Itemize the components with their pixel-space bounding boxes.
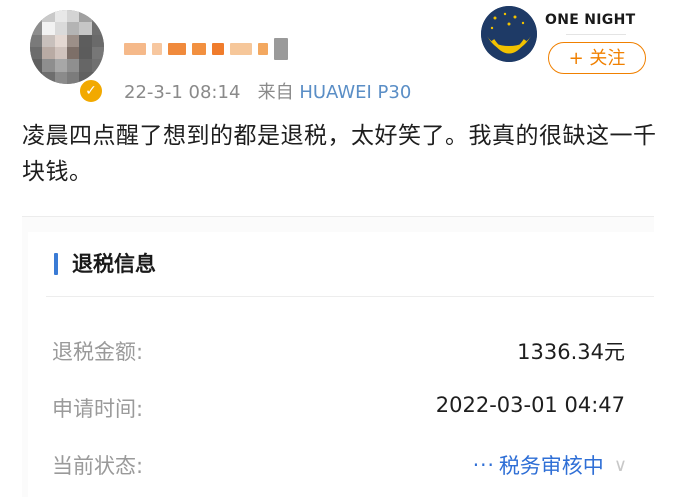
- divider: [46, 296, 654, 297]
- post-meta: 22-3-1 08:14 来自 HUAWEI P30: [124, 78, 411, 104]
- status-value: 税务审核中: [498, 454, 604, 478]
- refund-amount-label: 退税金额:: [52, 340, 144, 364]
- card-title: 退税信息: [72, 252, 156, 276]
- blurred-avatar-image: [30, 10, 104, 84]
- divider: [566, 34, 626, 35]
- progress-dots-icon: ···: [472, 453, 495, 477]
- username-redacted[interactable]: [124, 36, 288, 62]
- apply-time-label: 申请时间:: [52, 397, 144, 421]
- follow-button[interactable]: + 关注: [548, 42, 646, 74]
- avatar[interactable]: [30, 10, 104, 84]
- refund-amount-value: 1336.34元: [517, 340, 625, 364]
- brand-name: ONE NIGHT: [545, 12, 636, 28]
- brand-logo-icon: [481, 6, 537, 62]
- status-label: 当前状态:: [52, 454, 144, 478]
- post-text: 凌晨四点醒了想到的都是退税，太好笑了。我真的很缺这一千块钱。: [22, 123, 657, 185]
- post-date: 22-3-1 08:14: [124, 82, 241, 103]
- device-name[interactable]: HUAWEI P30: [299, 82, 411, 103]
- verified-badge-icon: ✓: [78, 78, 104, 104]
- status-indicator[interactable]: ··· 税务审核中 ∨: [473, 450, 627, 480]
- chevron-down-icon: ∨: [613, 454, 627, 476]
- title-accent-bar: [54, 253, 58, 275]
- apply-time-value: 2022-03-01 04:47: [435, 393, 625, 417]
- source-prefix: 来自: [257, 82, 294, 103]
